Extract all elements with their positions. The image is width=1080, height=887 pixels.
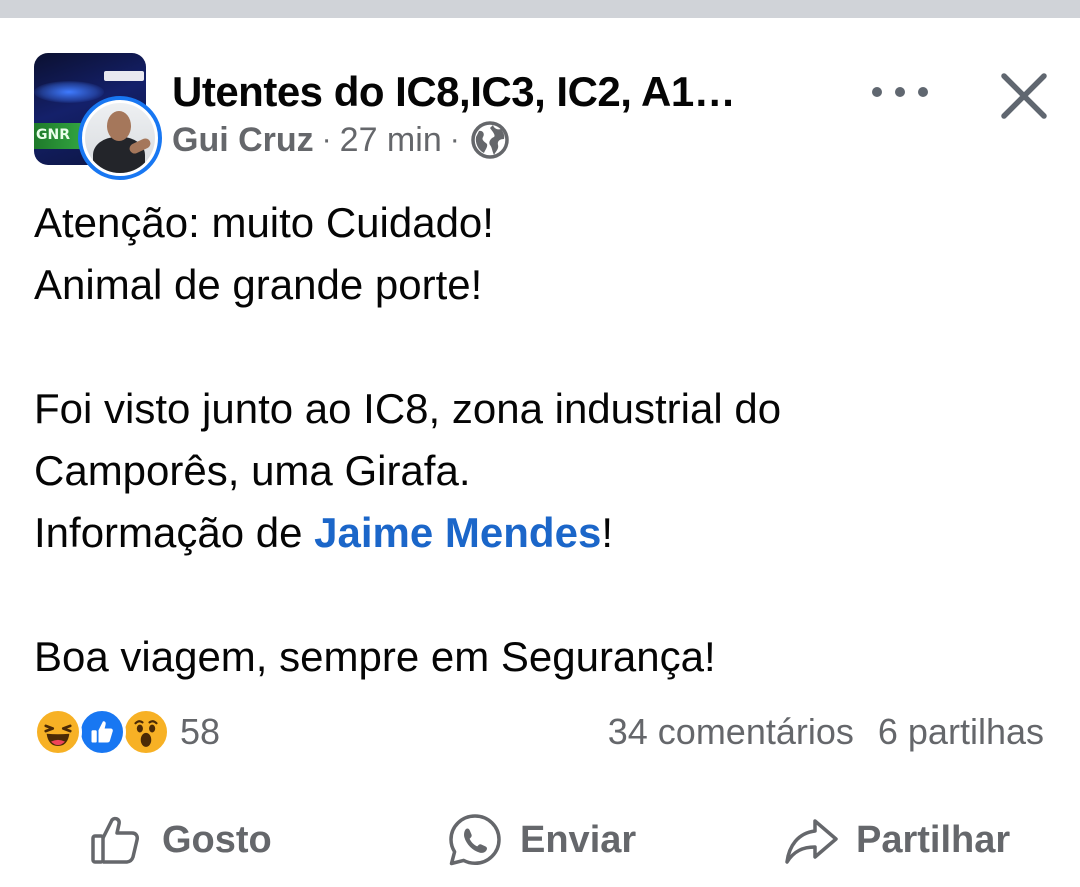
post-timestamp[interactable]: 27 min bbox=[340, 121, 442, 160]
mention-link[interactable]: Jaime Mendes bbox=[314, 509, 601, 556]
meta-separator: · bbox=[449, 123, 460, 156]
avatar-light-glow bbox=[34, 81, 104, 103]
action-bar: Gosto Enviar Partilhar bbox=[0, 800, 1080, 880]
send-button-label: Enviar bbox=[520, 818, 637, 861]
wow-reaction-icon bbox=[122, 708, 170, 756]
share-button-label: Partilhar bbox=[856, 818, 1011, 861]
post-line-mention: Informação de Jaime Mendes! bbox=[34, 502, 1054, 564]
engagement-stats: 34 comentários 6 partilhas bbox=[608, 706, 1044, 758]
like-button-label: Gosto bbox=[162, 818, 272, 861]
avatar-logo-text: GNR bbox=[36, 127, 70, 143]
share-button[interactable]: Partilhar bbox=[782, 800, 1010, 880]
mention-prefix: Informação de bbox=[34, 509, 315, 556]
comments-count-link[interactable]: 34 comentários bbox=[608, 711, 854, 753]
reactions-summary[interactable]: 58 bbox=[34, 706, 220, 758]
whatsapp-icon bbox=[446, 811, 504, 869]
author-name-link[interactable]: Gui Cruz bbox=[172, 121, 314, 160]
post-line: Atenção: muito Cuidado! bbox=[34, 199, 494, 246]
thumbs-up-icon bbox=[88, 811, 146, 869]
reaction-icons bbox=[34, 706, 174, 758]
close-icon[interactable] bbox=[994, 66, 1054, 126]
reaction-count: 58 bbox=[180, 711, 221, 752]
avatar-sign bbox=[104, 71, 144, 81]
post-line: Foi visto junto ao IC8, zona industrial … bbox=[34, 385, 782, 432]
post-line: Camporês, uma Girafa. bbox=[34, 447, 471, 494]
top-divider bbox=[0, 0, 1080, 18]
mention-suffix: ! bbox=[601, 509, 613, 556]
post-header: GNR Utentes do IC8,IC3, IC2, A1… Gui Cru… bbox=[0, 18, 1080, 180]
shares-count-link[interactable]: 6 partilhas bbox=[878, 711, 1044, 753]
more-options-icon[interactable] bbox=[872, 70, 928, 114]
post-line: Boa viagem, sempre em Segurança! bbox=[34, 633, 716, 680]
post-text: Atenção: muito Cuidado! Animal de grande… bbox=[34, 192, 1054, 688]
group-name-link[interactable]: Utentes do IC8,IC3, IC2, A1… bbox=[172, 68, 736, 116]
meta-separator: · bbox=[321, 123, 332, 156]
like-button[interactable]: Gosto bbox=[88, 800, 272, 880]
author-avatar[interactable] bbox=[78, 96, 162, 180]
send-button[interactable]: Enviar bbox=[446, 800, 636, 880]
globe-icon bbox=[470, 120, 510, 160]
post-line: Animal de grande porte! bbox=[34, 261, 483, 308]
haha-reaction-icon bbox=[34, 708, 82, 756]
post-meta: Gui Cruz · 27 min · bbox=[172, 118, 510, 162]
share-arrow-icon bbox=[782, 811, 840, 869]
like-reaction-icon bbox=[78, 708, 126, 756]
